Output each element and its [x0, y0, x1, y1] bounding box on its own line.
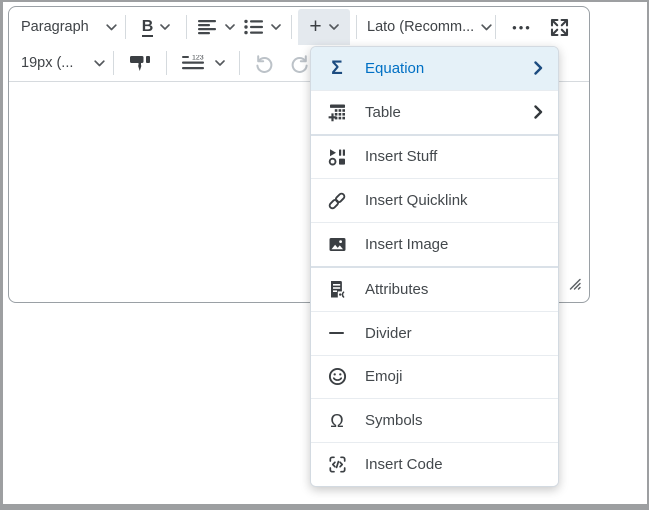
chevron-down-icon: [94, 60, 105, 67]
picture-icon: [326, 235, 348, 254]
bullet-list-icon: [244, 19, 264, 35]
line-spacing-dropdown-button[interactable]: 123: [173, 47, 233, 79]
menu-item-label: Insert Quicklink: [365, 192, 468, 209]
submenu-chevron-icon: [534, 61, 543, 75]
chain-link-icon: [326, 191, 348, 211]
toolbar-divider: [239, 51, 240, 75]
chevron-down-icon: [160, 24, 170, 30]
omega-icon: Ω: [326, 412, 348, 430]
menu-item-label: Insert Stuff: [365, 148, 437, 165]
menu-item-table[interactable]: Table: [311, 90, 558, 134]
overflow-button[interactable]: •••: [502, 11, 542, 43]
insert-dropdown-button[interactable]: +: [298, 9, 350, 45]
ellipsis-icon: •••: [512, 20, 532, 35]
undo-button[interactable]: [246, 47, 282, 79]
toolbar-divider: [186, 15, 187, 39]
bold-button[interactable]: B: [132, 11, 180, 43]
align-left-icon: [198, 19, 218, 35]
format-painter-button[interactable]: [120, 47, 160, 79]
list-123-glyph: 123: [192, 55, 204, 62]
chevron-down-icon: [225, 24, 235, 30]
redo-icon: [290, 53, 310, 73]
sigma-icon: Σ: [326, 59, 348, 78]
toolbar-divider: [125, 15, 126, 39]
font-family-value: Lato (Recomm...: [367, 19, 474, 35]
undo-icon: [254, 53, 274, 73]
menu-item-label: Attributes: [365, 281, 428, 298]
paragraph-format-dropdown[interactable]: Paragraph: [19, 11, 119, 43]
menu-item-insert-quicklink[interactable]: Insert Quicklink: [311, 178, 558, 222]
toolbar-divider: [495, 15, 496, 39]
table-add-icon: [326, 103, 348, 122]
toolbar-divider: [291, 15, 292, 39]
screenshot-frame: Paragraph B: [0, 0, 649, 510]
menu-item-insert-image[interactable]: Insert Image: [311, 222, 558, 266]
menu-item-label: Divider: [365, 325, 412, 342]
menu-item-label: Emoji: [365, 368, 403, 385]
menu-item-equation[interactable]: Σ Equation: [311, 47, 558, 90]
menu-item-symbols[interactable]: Ω Symbols: [311, 398, 558, 442]
chevron-down-icon: [106, 24, 117, 31]
bold-icon: B: [142, 18, 154, 37]
media-shapes-icon: [326, 148, 348, 166]
chevron-down-icon: [481, 24, 492, 31]
menu-item-insert-stuff[interactable]: Insert Stuff: [311, 134, 558, 179]
font-size-value: 19px (...: [21, 55, 73, 71]
submenu-chevron-icon: [534, 105, 543, 119]
code-brackets-icon: [326, 455, 348, 474]
menu-item-label: Table: [365, 104, 401, 121]
menu-item-insert-code[interactable]: Insert Code: [311, 442, 558, 486]
menu-item-label: Insert Image: [365, 236, 448, 253]
font-family-dropdown[interactable]: Lato (Recomm...: [363, 11, 489, 43]
menu-item-label: Symbols: [365, 412, 423, 429]
page-attributes-icon: [326, 280, 348, 299]
numbered-lines-icon: 123: [182, 55, 208, 71]
plus-icon: +: [309, 17, 321, 37]
editor-resize-handle[interactable]: [567, 276, 582, 296]
chevron-down-icon: [215, 60, 225, 66]
smiley-icon: [326, 367, 348, 386]
fullscreen-button[interactable]: [542, 11, 576, 43]
menu-item-attributes[interactable]: Attributes: [311, 266, 558, 311]
paragraph-format-value: Paragraph: [21, 19, 89, 35]
toolbar-divider: [113, 51, 114, 75]
toolbar-row-1: Paragraph B: [9, 9, 589, 45]
insert-menu: Σ Equation Table: [310, 46, 559, 487]
list-dropdown-button[interactable]: [239, 11, 285, 43]
menu-item-label: Insert Code: [365, 456, 443, 473]
menu-item-divider[interactable]: Divider: [311, 311, 558, 355]
chevron-down-icon: [271, 24, 281, 30]
menu-item-label: Equation: [365, 60, 424, 77]
menu-item-emoji[interactable]: Emoji: [311, 355, 558, 399]
horizontal-line-icon: [326, 324, 348, 342]
toolbar-divider: [166, 51, 167, 75]
alignment-dropdown-button[interactable]: [193, 11, 239, 43]
paint-roller-icon: [129, 54, 151, 72]
fullscreen-expand-icon: [550, 18, 569, 37]
toolbar-divider: [356, 15, 357, 39]
font-size-dropdown[interactable]: 19px (...: [19, 47, 107, 79]
chevron-down-icon: [329, 24, 339, 30]
